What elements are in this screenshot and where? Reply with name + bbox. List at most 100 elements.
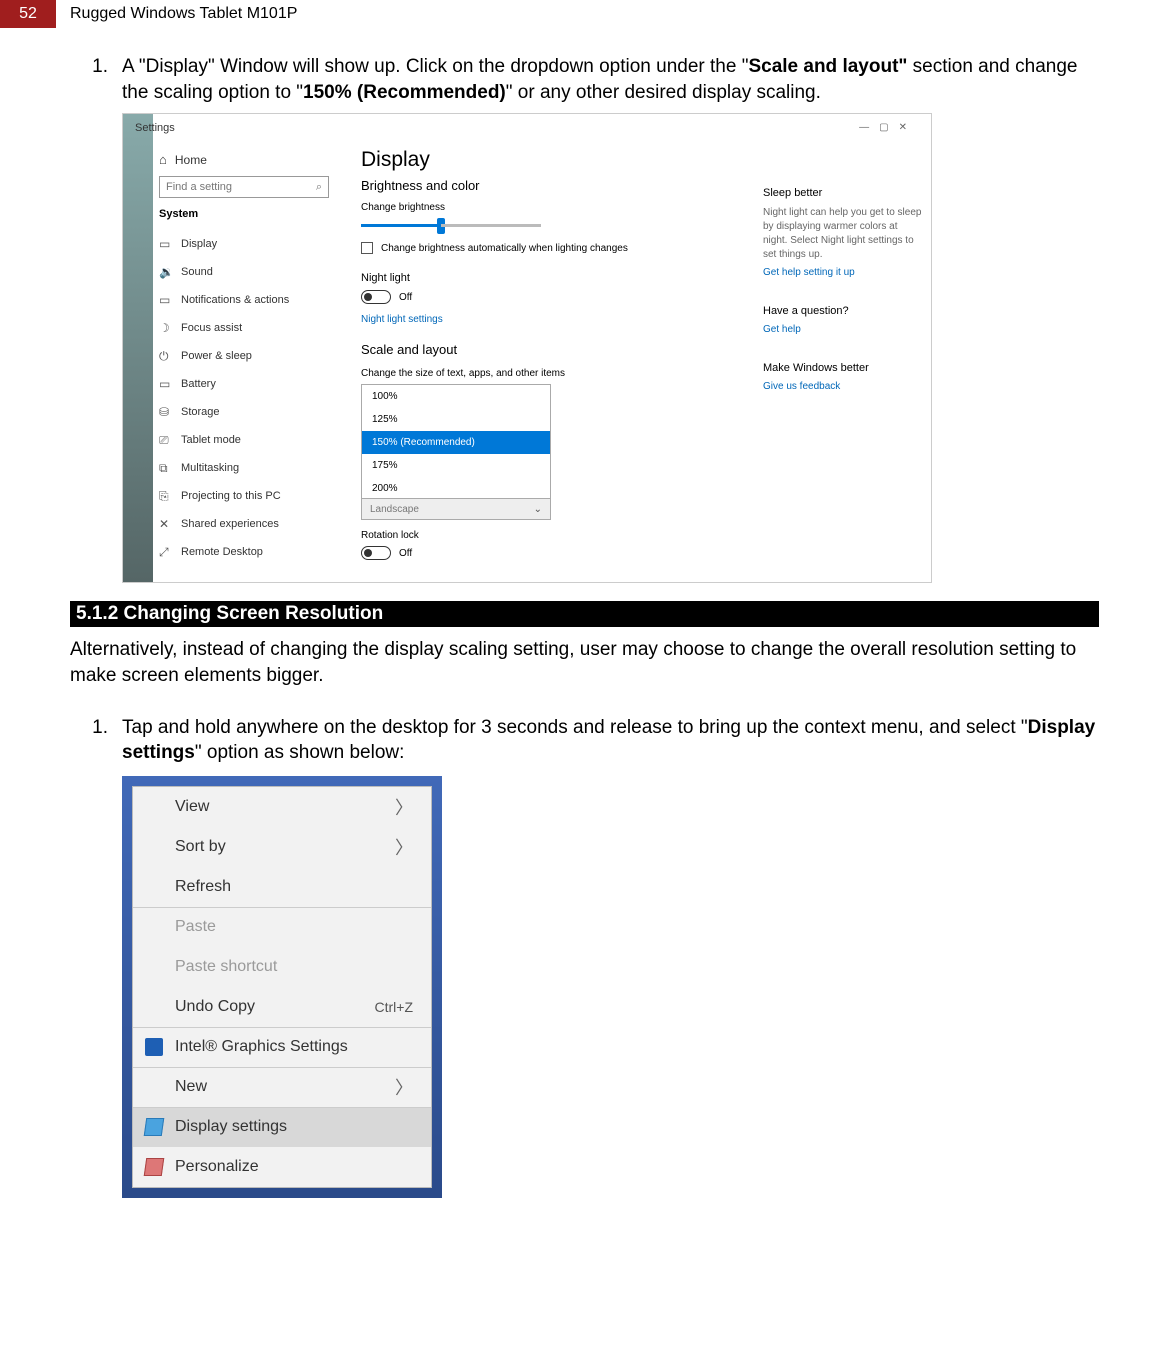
step-2: 1. Tap and hold anywhere on the desktop …: [70, 715, 1099, 766]
t: " or any other desired display scaling.: [506, 82, 821, 103]
lbl: View: [175, 798, 209, 816]
home-nav[interactable]: Home: [159, 152, 207, 167]
lbl: Shared experiences: [181, 518, 279, 530]
change-size-label: Change the size of text, apps, and other…: [361, 368, 565, 379]
lbl: Storage: [181, 406, 220, 418]
sidebar-item-projecting[interactable]: ⎘Projecting to this PC: [159, 482, 289, 510]
ctx-display-settings[interactable]: Display settings: [133, 1107, 431, 1147]
ctx-undo[interactable]: Undo Copy Ctrl+Z: [133, 987, 431, 1027]
display-heading: Display: [361, 148, 430, 172]
scale-option-125[interactable]: 125%: [362, 408, 550, 431]
maximize-icon[interactable]: ▢: [879, 122, 898, 133]
night-light-settings-link[interactable]: Night light settings: [361, 314, 443, 325]
t: A "Display" Window will show up. Click o…: [122, 56, 748, 77]
change-brightness-label: Change brightness: [361, 202, 445, 213]
lbl: New: [175, 1078, 207, 1096]
sidebar-item-storage[interactable]: ⛁Storage: [159, 398, 289, 426]
sleep-better-heading: Sleep better: [763, 186, 923, 201]
question-heading: Have a question?: [763, 304, 923, 319]
orientation-dropdown[interactable]: Landscape: [361, 498, 551, 520]
sidebar-item-remote[interactable]: ⤢Remote Desktop: [159, 538, 289, 566]
lbl: Tablet mode: [181, 434, 241, 446]
lbl: Display: [181, 238, 217, 250]
checkbox-icon[interactable]: [361, 242, 373, 254]
auto-brightness-checkbox[interactable]: Change brightness automatically when lig…: [361, 242, 628, 254]
lbl: Change brightness automatically when lig…: [381, 243, 628, 254]
sidebar-item-notifications[interactable]: ▭Notifications & actions: [159, 286, 289, 314]
context-menu-screenshot: View〉 Sort by〉 Refresh Paste Paste short…: [122, 776, 442, 1198]
sidebar-item-tablet[interactable]: ⎚Tablet mode: [159, 426, 289, 454]
multitask-icon: ⧉: [159, 461, 181, 476]
sidebar-item-shared[interactable]: ✕Shared experiences: [159, 510, 289, 538]
remote-icon: ⤢: [159, 545, 181, 560]
ctx-refresh[interactable]: Refresh: [133, 867, 431, 907]
project-icon: ⎘: [159, 489, 181, 504]
t: Tap and hold anywhere on the desktop for…: [122, 717, 1028, 738]
lbl: Refresh: [175, 878, 231, 896]
page-header: 52 Rugged Windows Tablet M101P: [0, 0, 1169, 28]
lbl: Multitasking: [181, 462, 239, 474]
ctx-sort[interactable]: Sort by〉: [133, 827, 431, 867]
sidebar-item-multitask[interactable]: ⧉Multitasking: [159, 454, 289, 482]
ctx-view[interactable]: View〉: [133, 787, 431, 827]
t: Scale and layout": [748, 56, 907, 77]
ctx-new[interactable]: New〉: [133, 1067, 431, 1107]
search-input[interactable]: Find a setting ⌕: [159, 176, 329, 198]
slider-thumb[interactable]: [437, 218, 445, 234]
lbl: Undo Copy: [175, 998, 255, 1016]
context-menu: View〉 Sort by〉 Refresh Paste Paste short…: [132, 786, 432, 1188]
intel-icon: [145, 1038, 163, 1056]
sidebar-item-sound[interactable]: 🔉Sound: [159, 258, 289, 286]
lbl: Remote Desktop: [181, 546, 263, 558]
lbl: Paste shortcut: [175, 958, 277, 976]
night-light-toggle[interactable]: Off: [361, 290, 412, 304]
toggle-state: Off: [399, 548, 412, 559]
minimize-icon[interactable]: —: [859, 122, 879, 133]
lbl: Sort by: [175, 838, 226, 856]
sleep-help-link[interactable]: Get help setting it up: [763, 266, 923, 280]
lbl: Intel® Graphics Settings: [175, 1038, 348, 1056]
system-label: System: [159, 208, 198, 220]
step-1: 1. A "Display" Window will show up. Clic…: [70, 54, 1099, 105]
section-paragraph: Alternatively, instead of changing the d…: [70, 637, 1099, 688]
scale-option-175[interactable]: 175%: [362, 454, 550, 477]
scale-option-150[interactable]: 150% (Recommended): [362, 431, 550, 454]
display-icon: ▭: [159, 237, 181, 251]
ctx-personalize[interactable]: Personalize: [133, 1147, 431, 1187]
toggle-icon[interactable]: [361, 290, 391, 304]
window-controls[interactable]: —▢✕: [859, 122, 917, 133]
settings-screenshot: Settings —▢✕ Home Find a setting ⌕ Syste…: [122, 113, 932, 583]
sidebar-item-battery[interactable]: ▭Battery: [159, 370, 289, 398]
feedback-link[interactable]: Give us feedback: [763, 380, 923, 394]
notif-icon: ▭: [159, 293, 181, 307]
get-help-link[interactable]: Get help: [763, 323, 923, 337]
scale-dropdown[interactable]: 100% 125% 150% (Recommended) 175% 200%: [361, 384, 551, 501]
lbl: Sound: [181, 266, 213, 278]
scale-option-200[interactable]: 200%: [362, 477, 550, 500]
sidebar-item-focus[interactable]: ☽Focus assist: [159, 314, 289, 342]
lbl: Display settings: [175, 1118, 287, 1136]
close-icon[interactable]: ✕: [899, 122, 917, 133]
ctx-paste: Paste: [133, 907, 431, 947]
lbl: Focus assist: [181, 322, 242, 334]
toggle-state: Off: [399, 292, 412, 303]
list-number: 1.: [70, 54, 122, 105]
ctx-intel[interactable]: Intel® Graphics Settings: [133, 1027, 431, 1067]
rotation-lock-label: Rotation lock: [361, 530, 419, 541]
rotation-lock-toggle[interactable]: Off: [361, 546, 412, 560]
search-placeholder: Find a setting: [166, 181, 232, 193]
shortcut: Ctrl+Z: [375, 999, 414, 1015]
sidebar-item-power[interactable]: ⏻Power & sleep: [159, 342, 289, 370]
sidebar-item-display[interactable]: ▭Display: [159, 230, 289, 258]
brightness-slider[interactable]: [361, 218, 541, 232]
scale-option-100[interactable]: 100%: [362, 385, 550, 408]
list-number: 1.: [70, 715, 122, 766]
night-light-label: Night light: [361, 272, 410, 284]
lbl: Notifications & actions: [181, 294, 289, 306]
scale-layout-heading: Scale and layout: [361, 342, 457, 357]
doc-title: Rugged Windows Tablet M101P: [70, 5, 297, 23]
sleep-better-text: Night light can help you get to sleep by…: [763, 206, 923, 262]
toggle-icon[interactable]: [361, 546, 391, 560]
display-settings-icon: [144, 1118, 165, 1136]
battery-icon: ▭: [159, 377, 181, 391]
